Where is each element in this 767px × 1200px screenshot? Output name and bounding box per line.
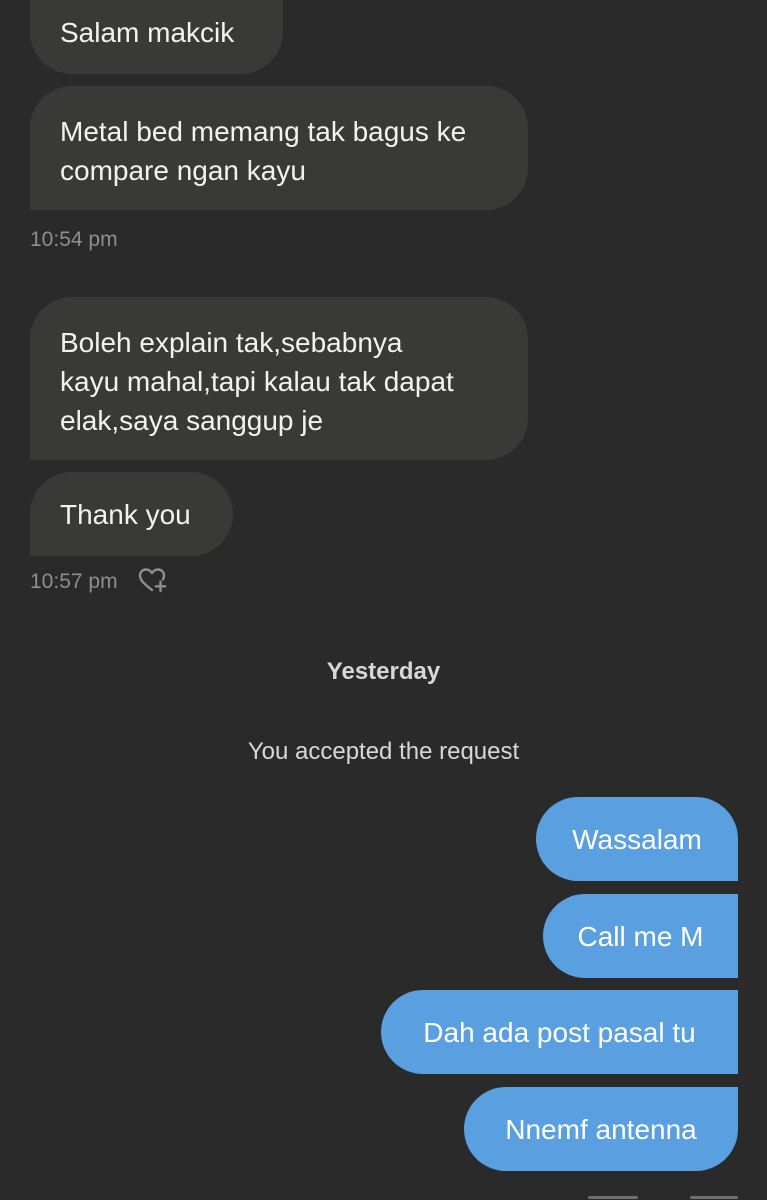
- message-text-line: Boleh explain tak,sebabnya: [60, 327, 403, 358]
- message-text: Wassalam: [572, 823, 702, 855]
- outgoing-message[interactable]: Dah ada post pasal tu: [381, 990, 738, 1074]
- incoming-message[interactable]: Boleh explain tak,sebabnya kayu mahal,ta…: [30, 297, 528, 460]
- message-text: Dah ada post pasal tu: [423, 1016, 696, 1048]
- message-timestamp: 10:57 pm: [30, 570, 118, 593]
- outgoing-message[interactable]: Call me M: [543, 894, 738, 978]
- cutoff-status-fragment: [690, 1190, 738, 1200]
- incoming-message[interactable]: Salam makcik: [30, 0, 283, 74]
- message-text-line: Metal bed memang tak bagus ke: [60, 116, 467, 147]
- message-text: Salam makcik: [60, 16, 235, 48]
- incoming-message[interactable]: Metal bed memang tak bagus ke compare ng…: [30, 86, 528, 210]
- message-text-line: kayu mahal,tapi kalau tak dapat: [60, 366, 454, 397]
- message-text-line: compare ngan kayu: [60, 155, 306, 186]
- heart-plus-icon[interactable]: [137, 566, 169, 594]
- system-message: You accepted the request: [247, 738, 520, 765]
- incoming-message[interactable]: Thank you: [30, 472, 233, 556]
- message-text: Thank you: [60, 498, 191, 530]
- cutoff-timestamp-fragment: [588, 1190, 638, 1200]
- outgoing-message[interactable]: Wassalam: [536, 797, 738, 881]
- message-text-line: elak,saya sanggup je: [60, 405, 324, 436]
- message-text: Call me M: [577, 920, 704, 952]
- message-text: Nnemf antenna: [505, 1113, 697, 1145]
- date-separator: Yesterday: [326, 658, 441, 685]
- outgoing-message[interactable]: Nnemf antenna: [464, 1087, 738, 1171]
- message-timestamp: 10:54 pm: [30, 228, 118, 251]
